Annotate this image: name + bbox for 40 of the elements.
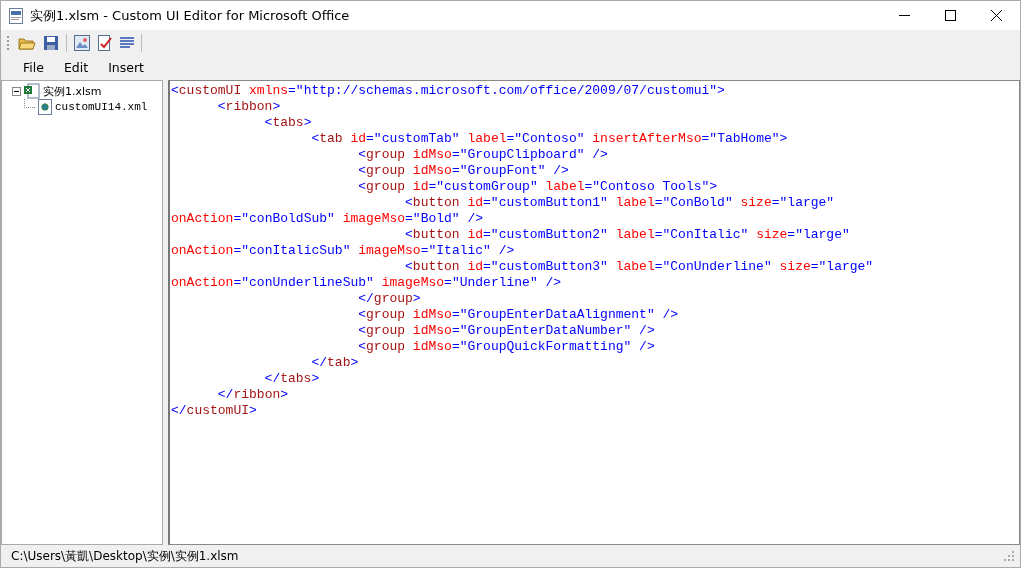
code-line: <group idMso="GroupEnterDataAlignment" /> xyxy=(357,307,680,323)
code-line: <tab id="customTab" label="Contoso" insertAfterMso="TabHome"> xyxy=(310,131,789,147)
menu-item[interactable]: File xyxy=(23,60,44,75)
code-line: <customUI xmlns="http://schemas.microsoft.com/office/2009/07/customui"> xyxy=(171,83,726,99)
code-line: <group idMso="GroupQuickFormatting" /> xyxy=(357,339,656,355)
window-title: 实例1.xlsm - Custom UI Editor for Microsoft Office xyxy=(30,6,350,25)
code-line: <tabs> xyxy=(263,115,313,131)
close-icon[interactable] xyxy=(991,10,1002,21)
code-line: onAction="conBoldSub" imageMso="Bold" /> xyxy=(171,211,485,227)
align-icon[interactable] xyxy=(120,36,134,49)
menu-item[interactable]: Insert xyxy=(108,60,144,75)
code-line: <group id="customGroup" label="Contoso Tools"> xyxy=(357,179,719,195)
code-line: onAction="conItalicSub" imageMso="Italic" /> xyxy=(171,243,516,259)
code-line: </ribbon> xyxy=(216,387,290,403)
code-line: onAction="conUnderlineSub" imageMso="Underline" /> xyxy=(171,275,563,291)
collapse-icon[interactable] xyxy=(12,86,21,96)
code-line: <button id="customButton3" label="ConUnderline" size="large" xyxy=(404,259,875,275)
code-line: <group idMso="GroupFont" /> xyxy=(357,163,570,179)
checklist-icon[interactable] xyxy=(97,34,113,51)
save-icon[interactable] xyxy=(43,34,59,51)
code-line: <button id="customButton1" label="ConBold" size="large" xyxy=(404,195,836,211)
code-line: </tab> xyxy=(310,355,360,371)
code-line: </tabs> xyxy=(263,371,321,387)
file-path: C:\Users\黃凱\Desktop\实例\实例1.xlsm xyxy=(11,547,239,565)
maximize-icon[interactable] xyxy=(945,10,956,21)
tree-item[interactable]: customUI14.xml xyxy=(55,101,148,113)
code-line: <group idMso="GroupClipboard" /> xyxy=(357,147,609,163)
app-icon xyxy=(9,7,23,24)
code-line: <ribbon> xyxy=(216,99,282,115)
menu-item[interactable]: Edit xyxy=(63,60,89,75)
code-line: <group idMso="GroupEnterDataNumber" /> xyxy=(357,323,656,339)
image-icon[interactable] xyxy=(74,34,90,51)
code-editor[interactable] xyxy=(168,80,1020,545)
xml-file-icon xyxy=(38,99,52,115)
code-line: <button id="customButton2" label="ConItalic" size="large" xyxy=(404,227,851,243)
tree-item[interactable]: 实例1.xlsm xyxy=(43,83,102,99)
code-line: </customUI> xyxy=(171,403,258,419)
code-line: </group> xyxy=(357,291,422,307)
spreadsheet-file-icon xyxy=(24,83,40,99)
resize-grip-icon[interactable] xyxy=(1004,551,1014,561)
